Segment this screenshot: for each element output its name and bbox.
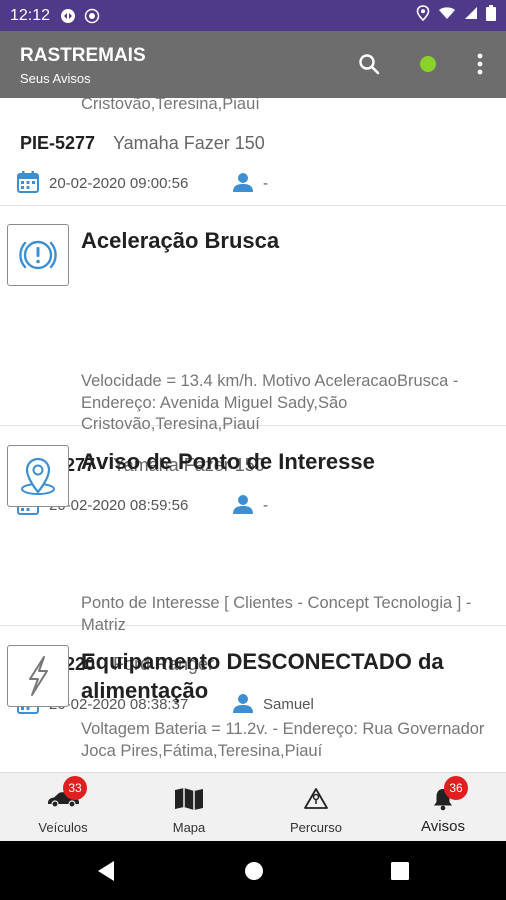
signal-icon — [464, 6, 478, 25]
alert-card[interactable]: Aviso de Ponto de Interesse Ponto de Int… — [0, 427, 506, 714]
alert-title: Aceleração Brusca — [81, 228, 280, 253]
vehicle-plate: PIE-5277 — [20, 133, 96, 153]
alert-card[interactable]: Equipamento DESCONECTADO da alimentação … — [0, 627, 506, 772]
alert-description: Cristovão,Teresina,Piauí — [81, 98, 260, 113]
system-navigation-bar — [0, 841, 506, 900]
notification-icon — [60, 8, 76, 24]
nav-vehicles[interactable]: 33 Veículos — [0, 773, 126, 842]
app-notification-icon — [84, 8, 100, 24]
home-button[interactable] — [241, 858, 267, 884]
app-bar: RASTREMAIS Seus Avisos — [0, 31, 506, 98]
alert-type-icon-box — [7, 224, 69, 286]
search-button[interactable] — [354, 49, 384, 79]
wifi-icon — [438, 6, 456, 25]
alert-title: Equipamento DESCONECTADO da alimentação — [81, 649, 444, 703]
nav-map[interactable]: Mapa — [126, 773, 252, 842]
overflow-menu-button[interactable] — [465, 49, 495, 79]
alert-type-icon-box — [7, 445, 69, 507]
alerts-list[interactable]: Cristovão,Teresina,Piauí PIE-5277 Yamaha… — [0, 98, 506, 772]
nav-route[interactable]: Percurso — [253, 773, 379, 842]
app-title: RASTREMAIS — [20, 45, 146, 66]
recents-button[interactable] — [387, 858, 413, 884]
connection-status-indicator — [413, 49, 443, 79]
vehicle-model: Yamaha Fazer 150 — [113, 133, 265, 153]
nav-label: Veículos — [38, 820, 88, 835]
recents-icon — [391, 862, 409, 880]
status-time: 12:12 — [10, 6, 51, 24]
user-icon — [231, 170, 255, 199]
status-bar: 12:12 — [0, 0, 506, 31]
nav-alerts[interactable]: 36 Avisos — [380, 773, 506, 842]
bottom-navigation: 33 Veículos Mapa Percurso 36 Avisos — [0, 772, 506, 841]
alert-card[interactable]: Cristovão,Teresina,Piauí PIE-5277 Yamaha… — [0, 98, 506, 206]
warning-circle-icon — [19, 240, 57, 270]
more-vertical-icon — [477, 53, 483, 75]
lightning-icon — [29, 656, 48, 696]
battery-icon — [486, 5, 496, 26]
alerts-count-badge: 36 — [444, 776, 468, 800]
alert-description: Voltagem Bateria = 11.2v. - Endereço: Ru… — [81, 720, 485, 760]
search-icon — [359, 54, 380, 75]
nav-label: Percurso — [289, 820, 343, 835]
nav-label: Avisos — [421, 818, 465, 835]
home-icon — [245, 862, 263, 880]
app-subtitle: Seus Avisos — [20, 71, 91, 86]
nav-label: Mapa — [172, 820, 206, 835]
map-pin-icon — [21, 457, 55, 495]
alert-description: Velocidade = 13.4 km/h. Motivo Aceleraca… — [81, 372, 459, 433]
alert-date: 20-02-2020 09:00:56 — [49, 175, 189, 192]
calendar-icon — [16, 170, 40, 199]
map-icon — [174, 785, 204, 813]
status-dot-icon — [420, 56, 436, 72]
back-button[interactable] — [93, 858, 119, 884]
location-icon — [416, 5, 430, 26]
alert-user: - — [263, 175, 268, 192]
alert-card[interactable]: Aceleração Brusca Velocidade = 13.4 km/h… — [0, 206, 506, 515]
route-icon — [303, 785, 329, 813]
alert-title: Aviso de Ponto de Interesse — [81, 449, 375, 474]
back-icon — [98, 861, 114, 881]
vehicles-count-badge: 33 — [63, 776, 87, 800]
alert-type-icon-box — [7, 645, 69, 707]
